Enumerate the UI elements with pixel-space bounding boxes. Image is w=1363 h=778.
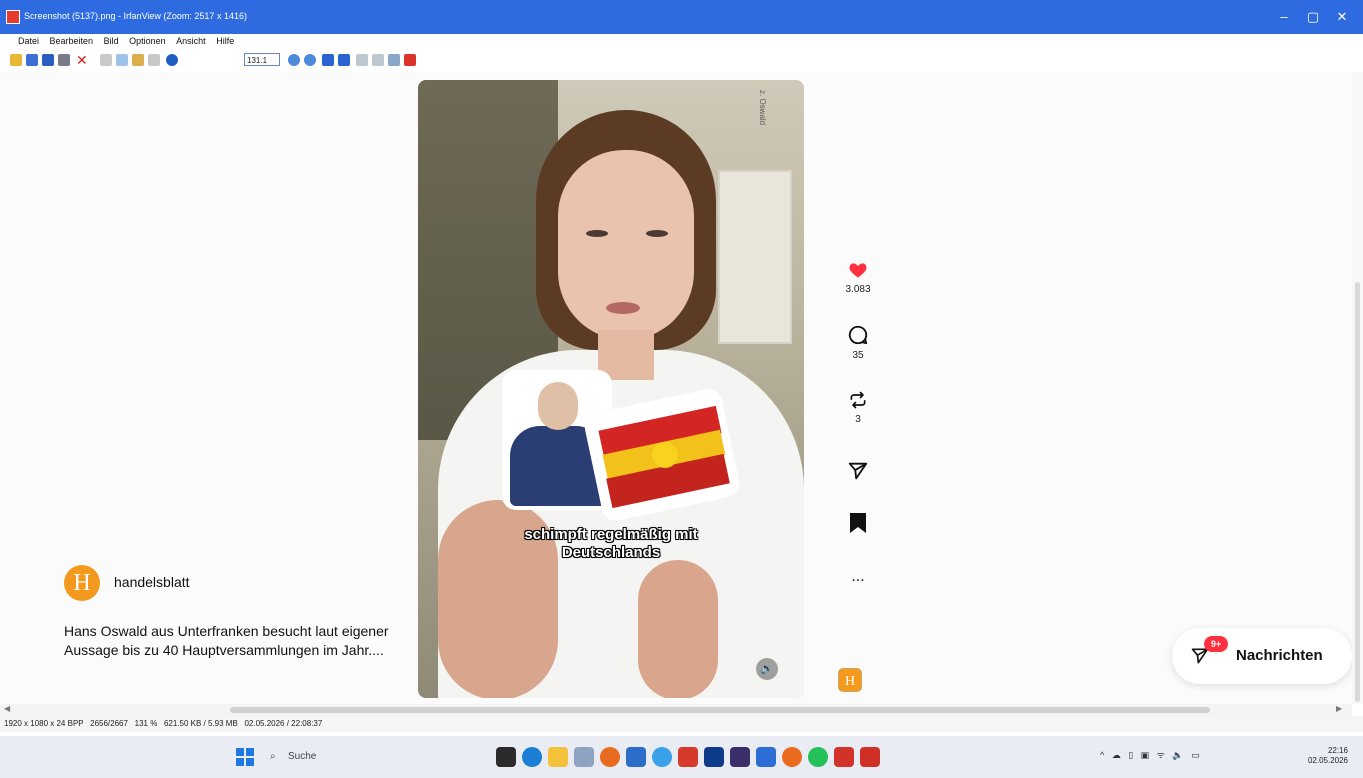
undo-icon[interactable] (148, 54, 160, 66)
menu-ansicht[interactable]: Ansicht (172, 34, 210, 48)
irfanview-logo-icon[interactable] (404, 54, 416, 66)
info-icon[interactable] (166, 54, 178, 66)
irfanview-taskbar-icon[interactable] (860, 747, 880, 767)
menu-bild[interactable]: Bild (100, 34, 123, 48)
word-icon[interactable] (626, 747, 646, 767)
author-name[interactable]: handelsblatt (114, 574, 190, 590)
more-options-button[interactable]: ... (838, 568, 878, 586)
search-label: Suche (288, 751, 317, 762)
first-image-icon[interactable] (356, 54, 368, 66)
caption-line-2: Deutschlands (561, 544, 661, 561)
clock-date: 02.05.2026 (1307, 756, 1348, 765)
comment-count: 35 (852, 350, 864, 361)
file-explorer-icon[interactable] (548, 747, 568, 767)
audio-avatar[interactable]: H (838, 668, 862, 692)
comment-icon (848, 325, 868, 345)
close-button[interactable]: ✕ (1328, 6, 1356, 28)
video-watermark: z. Oswald (758, 90, 767, 126)
video-frame[interactable]: z. Oswald schimpft regelmäßig mit Deutsc… (418, 80, 804, 698)
mute-icon[interactable]: 🔈 (756, 658, 778, 680)
menu-optionen[interactable]: Optionen (125, 34, 170, 48)
widgets-icon[interactable] (496, 747, 516, 767)
status-bar: 1920 x 1080 x 24 BPP 2656/2667 131 % 621… (0, 716, 1363, 732)
vertical-scrollbar[interactable] (1352, 72, 1363, 704)
clock-time: 22:16 (1327, 746, 1348, 755)
heart-icon (849, 263, 867, 278)
post-description: Hans Oswald aus Unterfranken besucht lau… (64, 623, 389, 658)
scroll-left-icon[interactable]: ◀ (4, 704, 10, 713)
paste-icon[interactable] (132, 54, 144, 66)
save-bookmark-button[interactable] (838, 512, 878, 534)
open-icon[interactable] (10, 54, 22, 66)
author-avatar[interactable]: H (64, 565, 100, 601)
save-icon[interactable] (42, 54, 54, 66)
comment-button[interactable]: 35 (838, 324, 878, 361)
title-bar: Screenshot (5137).png - IrfanView (Zoom:… (0, 0, 1363, 34)
circle-app-icon[interactable] (652, 747, 672, 767)
horizontal-scrollbar[interactable]: ◀ ▶ (0, 704, 1352, 716)
system-tray[interactable]: ^ ☁ ▯ ▣ ᯤ 🔈 ▭ (1100, 748, 1200, 761)
background-text (1080, 282, 1085, 302)
taskbar-search[interactable]: ⌕ Suche (270, 746, 430, 768)
menu-bar: Datei Bearbeiten Bild Optionen Ansicht H… (0, 34, 1363, 48)
menu-hilfe[interactable]: Hilfe (212, 34, 238, 48)
window-title: Screenshot (5137).png - IrfanView (Zoom:… (24, 11, 247, 21)
scroll-thumb[interactable] (230, 707, 1210, 713)
whatsapp-icon[interactable] (808, 747, 828, 767)
zoom-out-icon[interactable] (304, 54, 316, 66)
outlook-icon[interactable] (756, 747, 776, 767)
irfanview-app-icon[interactable] (6, 10, 20, 24)
repost-count: 3 (855, 414, 861, 425)
previous-icon[interactable] (322, 54, 334, 66)
messages-badge: 9+ (1204, 636, 1228, 652)
delete-icon[interactable]: ✕ (76, 53, 88, 67)
minimize-button[interactable]: – (1270, 6, 1298, 28)
messages-label: Nachrichten (1236, 647, 1323, 664)
calendar-icon[interactable] (678, 747, 698, 767)
image-viewer[interactable]: z. Oswald schimpft regelmäßig mit Deutsc… (0, 72, 1352, 704)
taskbar: ⌕ Suche ^ ☁ ▯ ▣ ᯤ 🔈 ▭ 22:16 02.05.2026 (0, 736, 1363, 778)
video-sticker (502, 370, 742, 524)
app-icon[interactable] (704, 747, 724, 767)
firefox-2-icon[interactable] (782, 747, 802, 767)
repost-icon (850, 391, 866, 409)
copy-icon[interactable] (116, 54, 128, 66)
camera-icon[interactable] (574, 747, 594, 767)
tools-icon[interactable] (388, 54, 400, 66)
caption-line-1: schimpft regelmäßig mit (524, 526, 698, 543)
menu-bearbeiten[interactable]: Bearbeiten (46, 34, 98, 48)
background-document-heading (820, 72, 855, 189)
zoom-in-icon[interactable] (288, 54, 300, 66)
send-icon (848, 462, 868, 480)
slideshow-icon[interactable] (26, 54, 38, 66)
cut-icon[interactable] (100, 54, 112, 66)
video-caption: schimpft regelmäßig mit Deutschlands (498, 526, 724, 562)
taskbar-clock[interactable]: 22:16 02.05.2026 (1288, 746, 1348, 766)
print-icon[interactable] (58, 54, 70, 66)
toolbar: ✕ 131.1 (0, 50, 520, 70)
maximize-button[interactable]: ▢ (1299, 6, 1327, 28)
scroll-right-icon[interactable]: ▶ (1336, 704, 1342, 713)
repost-button[interactable]: 3 (838, 390, 878, 425)
like-button[interactable]: 3.083 (838, 260, 878, 295)
edge-icon[interactable] (522, 747, 542, 767)
pdf-icon[interactable] (834, 747, 854, 767)
last-image-icon[interactable] (372, 54, 384, 66)
search-icon: ⌕ (270, 751, 276, 762)
messages-button[interactable]: 9+ Nachrichten (1172, 628, 1352, 684)
bookmark-icon (850, 513, 866, 533)
zoom-input[interactable]: 131.1 (244, 53, 280, 66)
like-count: 3.083 (845, 284, 871, 295)
menu-datei[interactable]: Datei (0, 34, 43, 48)
share-button[interactable] (838, 460, 878, 482)
firefox-icon[interactable] (600, 747, 620, 767)
windows-start-icon[interactable] (236, 748, 254, 766)
grid-app-icon[interactable] (730, 747, 750, 767)
next-icon[interactable] (338, 54, 350, 66)
